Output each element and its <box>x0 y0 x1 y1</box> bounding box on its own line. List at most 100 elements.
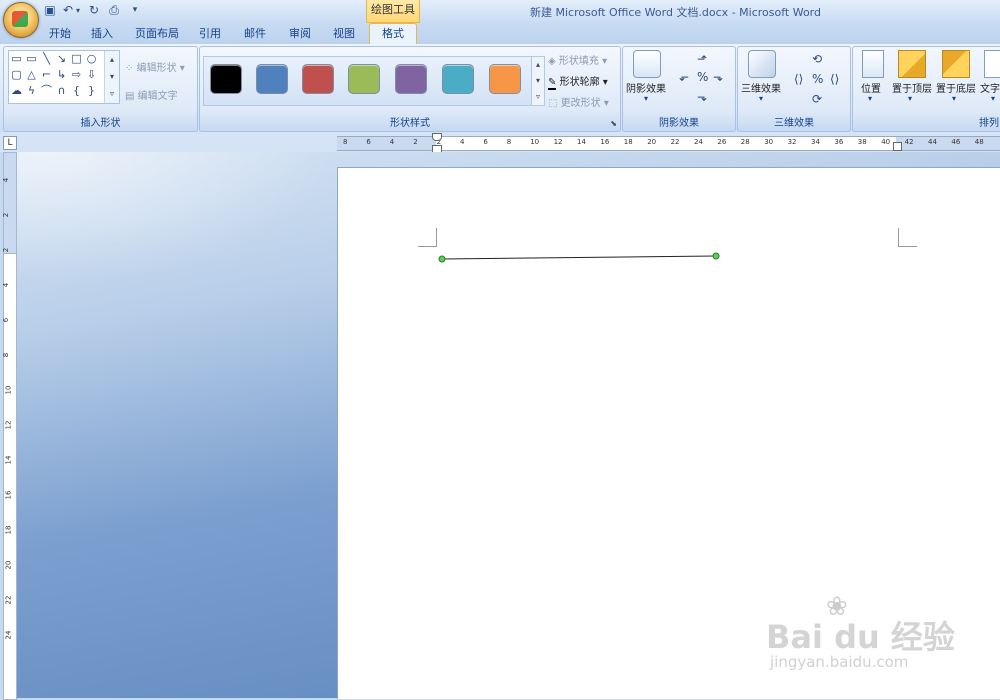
tilt-up-icon[interactable]: ⟲ <box>812 52 822 66</box>
rectangle-shape-icon[interactable]: □ <box>70 53 83 64</box>
send-to-back-icon[interactable] <box>942 50 970 78</box>
bring-front-dropdown-icon[interactable]: ▾ <box>908 94 912 103</box>
shadow-effects-button[interactable]: 阴影效果 <box>626 80 666 95</box>
h-ruler-tick: 6 <box>366 138 371 146</box>
line-end-handle[interactable] <box>712 252 720 260</box>
elbow-arrow-connector-icon[interactable]: ↳ <box>55 69 68 80</box>
3d-effects-icon[interactable] <box>748 50 776 78</box>
send-to-back-button[interactable]: 置于底层 <box>936 80 976 95</box>
v-ruler-tick: 16 <box>4 490 13 500</box>
left-brace-shape-icon[interactable]: { <box>70 85 83 96</box>
freeform-shape-icon[interactable]: ☁ <box>10 85 23 96</box>
right-indent-marker[interactable] <box>893 142 902 151</box>
nudge-shadow-left-icon[interactable]: ⬐ <box>679 70 689 84</box>
edit-text-button[interactable]: ▤ 编辑文字 <box>125 87 178 102</box>
tilt-left-icon[interactable]: ⟨⟩ <box>794 72 803 86</box>
nudge-shadow-up-icon[interactable]: ⬏ <box>697 52 707 66</box>
tab-insert[interactable]: 插入 <box>84 25 120 43</box>
arrow-line-shape-icon[interactable]: ↘ <box>55 53 68 64</box>
rounded-rect-shape-icon[interactable]: ▢ <box>10 69 23 80</box>
undo-dropdown-icon[interactable]: ▾ <box>74 3 82 18</box>
position-button[interactable]: 位置 <box>861 80 881 95</box>
style-swatch-orange[interactable] <box>489 64 521 94</box>
vertical-textbox-shape-icon[interactable]: ▭ <box>25 53 38 64</box>
position-dropdown-icon[interactable]: ▾ <box>868 94 872 103</box>
v-ruler-tick: 2 <box>2 212 11 218</box>
h-ruler-tick: 8 <box>506 138 512 146</box>
tab-page-layout[interactable]: 页面布局 <box>130 25 184 43</box>
nudge-shadow-down-icon[interactable]: ⬎ <box>697 90 707 104</box>
h-ruler-tick: 38 <box>857 138 867 146</box>
group-label-insert-shapes: 插入形状 <box>80 118 121 129</box>
style-swatch-black[interactable] <box>210 64 242 94</box>
tab-selector[interactable]: L <box>3 136 17 150</box>
h-ruler-tick: 40 <box>881 138 891 146</box>
text-wrapping-icon[interactable] <box>984 50 1000 78</box>
line-shape-icon[interactable]: ╲ <box>40 53 53 64</box>
tab-view[interactable]: 视图 <box>326 25 362 43</box>
position-icon[interactable] <box>862 50 884 78</box>
redo-icon[interactable]: ↻ <box>86 3 102 18</box>
arc-shape-icon[interactable]: ⌒ <box>40 85 53 96</box>
first-line-indent-marker[interactable] <box>432 133 442 141</box>
h-ruler-tick: 4 <box>389 138 395 146</box>
save-icon[interactable]: ▣ <box>42 3 58 18</box>
elbow-connector-icon[interactable]: ⌐ <box>40 69 53 80</box>
shadow-effects-icon[interactable] <box>633 50 661 78</box>
tilt-down-icon[interactable]: ⟳ <box>812 92 822 106</box>
text-wrapping-button[interactable]: 文字 <box>980 80 1000 95</box>
print-preview-icon[interactable]: ⎙ <box>106 3 122 18</box>
style-swatch-purple[interactable] <box>395 64 427 94</box>
nudge-shadow-right-icon[interactable]: ⬎ <box>713 70 723 84</box>
h-ruler-tick: 24 <box>694 138 703 146</box>
tab-format[interactable]: 格式 <box>369 23 417 46</box>
lightning-shape-icon[interactable]: ϟ <box>25 85 38 96</box>
style-swatch-red[interactable] <box>302 64 334 94</box>
down-arrow-shape-icon[interactable]: ⇩ <box>85 69 98 80</box>
edit-shape-button[interactable]: ⁘ 编辑形状 ▾ <box>125 59 185 74</box>
background-swoosh <box>16 152 336 282</box>
shadow-dropdown-icon[interactable]: ▾ <box>644 94 648 103</box>
3d-toggle-icon[interactable]: % <box>812 72 823 86</box>
bring-to-front-icon[interactable] <box>898 50 926 78</box>
h-ruler-tick: 36 <box>834 138 844 146</box>
tab-references[interactable]: 引用 <box>192 25 228 43</box>
h-ruler-tick: 26 <box>717 138 727 146</box>
style-swatch-aqua[interactable] <box>442 64 474 94</box>
send-back-dropdown-icon[interactable]: ▾ <box>952 94 956 103</box>
right-brace-shape-icon[interactable]: } <box>85 85 98 96</box>
v-ruler-tick: 22 <box>4 595 13 605</box>
shapes-gallery-scroll[interactable]: ▴ ▾ ▿ <box>104 51 119 103</box>
tilt-right-icon[interactable]: ⟨⟩ <box>830 72 839 86</box>
change-shape-button[interactable]: ⬚ 更改形状 ▾ <box>548 94 609 109</box>
3d-dropdown-icon[interactable]: ▾ <box>759 94 763 103</box>
triangle-shape-icon[interactable]: △ <box>25 69 38 80</box>
tab-mailings[interactable]: 邮件 <box>237 25 273 43</box>
bring-to-front-button[interactable]: 置于顶层 <box>892 80 932 95</box>
dialog-launcher-icon[interactable]: ⬊ <box>610 119 617 128</box>
v-ruler-tick: 2 <box>2 247 11 253</box>
shape-fill-button[interactable]: ◈ 形状填充 ▾ <box>548 52 607 67</box>
selected-line-shape[interactable] <box>441 255 717 260</box>
text-wrap-dropdown-icon[interactable]: ▾ <box>991 94 995 103</box>
window-title: 新建 Microsoft Office Word 文档.docx - Micro… <box>530 6 821 19</box>
shape-outline-button[interactable]: ✎ 形状轮廓 ▾ <box>548 73 608 90</box>
customize-qat-button[interactable]: ▾ <box>130 3 140 18</box>
3d-effects-button[interactable]: 三维效果 <box>741 80 781 95</box>
shapes-gallery[interactable]: ▭ ▭ ╲ ↘ □ ○ ▢ △ ⌐ ↳ ⇨ ⇩ ☁ ϟ ⌒ ∩ { } ▴ ▾ ▿ <box>8 50 120 104</box>
style-swatch-blue[interactable] <box>256 64 288 94</box>
h-ruler-tick: 22 <box>670 138 680 146</box>
right-arrow-shape-icon[interactable]: ⇨ <box>70 69 83 80</box>
line-start-handle[interactable] <box>438 255 446 263</box>
tab-home[interactable]: 开始 <box>42 25 78 43</box>
tab-review[interactable]: 审阅 <box>282 25 318 43</box>
shadow-toggle-icon[interactable]: % <box>697 70 708 84</box>
group-label-3d: 三维效果 <box>774 118 814 129</box>
curve-shape-icon[interactable]: ∩ <box>55 85 68 96</box>
h-ruler-tick: 6 <box>483 138 488 146</box>
oval-shape-icon[interactable]: ○ <box>85 53 98 64</box>
office-button[interactable] <box>3 2 39 38</box>
styles-gallery-scroll[interactable]: ▴ ▾ ▿ <box>531 56 545 106</box>
textbox-shape-icon[interactable]: ▭ <box>10 53 23 64</box>
style-swatch-green[interactable] <box>348 64 380 94</box>
